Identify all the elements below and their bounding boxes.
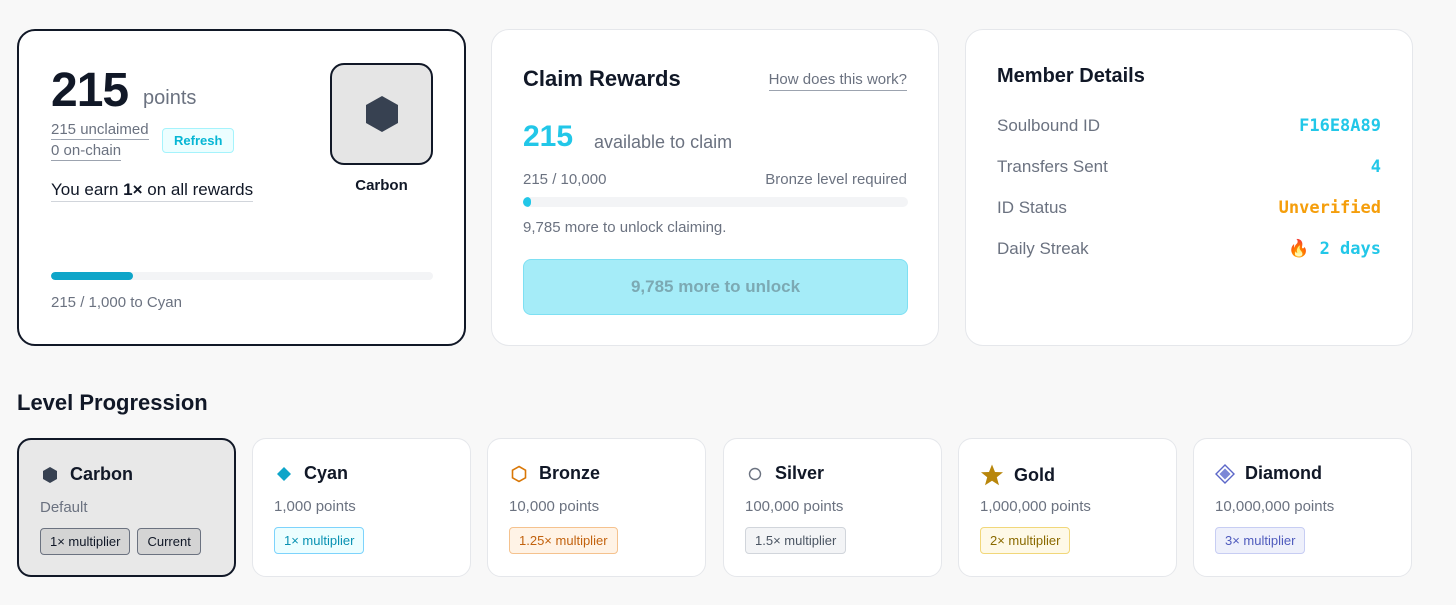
multiplier-badge: 1.5× multiplier xyxy=(745,527,847,554)
refresh-button[interactable]: Refresh xyxy=(162,128,235,153)
soulbound-id-value: F16E8A89 xyxy=(1299,116,1381,136)
how-it-works-link[interactable]: How does this work? xyxy=(768,71,907,91)
multiplier-badge: 1.25× multiplier xyxy=(509,527,618,554)
level-points: 100,000 points xyxy=(745,498,844,515)
claim-ratio: 215 / 10,000 xyxy=(523,171,607,188)
level-name: Gold xyxy=(1014,464,1055,485)
points-card: 215 points 215 unclaimed 0 on-chain Refr… xyxy=(17,29,466,346)
level-badges: 2× multiplier xyxy=(980,527,1071,554)
id-status-label: ID Status xyxy=(997,198,1067,217)
claim-progress-bar xyxy=(523,197,908,207)
level-card-carbon[interactable]: Carbon Default 1× multiplier Current xyxy=(17,438,236,577)
multiplier-badge: 1× multiplier xyxy=(40,528,131,555)
level-name: Cyan xyxy=(304,463,349,483)
level-badges: 3× multiplier xyxy=(1215,527,1306,554)
tier-progress-caption: 215 / 1,000 to Cyan xyxy=(51,294,182,311)
level-header: Carbon xyxy=(40,464,133,485)
multiplier-badge: 2× multiplier xyxy=(980,527,1071,554)
level-points: 1,000 points xyxy=(274,498,356,515)
diamond-gem-icon xyxy=(1215,463,1235,484)
level-points: 1,000,000 points xyxy=(980,498,1091,515)
level-header: Cyan xyxy=(274,463,348,484)
multiplier-badge: 3× multiplier xyxy=(1215,527,1306,554)
level-card-diamond[interactable]: Diamond 10,000,000 points 3× multiplier xyxy=(1193,438,1412,577)
points-label: points xyxy=(143,87,197,109)
level-header: Gold xyxy=(980,463,1055,487)
level-name: Diamond xyxy=(1245,463,1323,483)
claim-progress-fill xyxy=(523,197,532,207)
tier-progress-fill xyxy=(51,272,134,280)
unclaimed-points: 215 unclaimed xyxy=(51,121,149,140)
carbon-hexagon-icon xyxy=(365,96,398,132)
claim-note: 9,785 more to unlock claiming. xyxy=(523,219,727,236)
level-progression-title: Level Progression xyxy=(17,390,208,415)
level-header: Diamond xyxy=(1215,463,1322,484)
soulbound-id-label: Soulbound ID xyxy=(997,116,1101,135)
gold-star-icon xyxy=(980,463,1004,487)
transfers-sent-value: 4 xyxy=(1370,157,1381,177)
claim-requirement: Bronze level required xyxy=(765,171,907,188)
current-tier-badge xyxy=(330,63,433,165)
level-card-bronze[interactable]: Bronze 10,000 points 1.25× multiplier xyxy=(487,438,706,577)
level-points: Default xyxy=(40,499,88,516)
cyan-diamond-icon xyxy=(274,464,294,484)
earn-suffix: on all rewards xyxy=(142,180,254,199)
claim-rewards-card: Claim Rewards How does this work? 215 av… xyxy=(491,29,939,346)
member-details-title: Member Details xyxy=(997,65,1145,87)
level-name: Carbon xyxy=(70,464,133,484)
member-details-card: Member Details Soulbound ID F16E8A89 Tra… xyxy=(965,29,1413,346)
level-card-gold[interactable]: Gold 1,000,000 points 2× multiplier xyxy=(958,438,1177,577)
level-points: 10,000 points xyxy=(509,498,600,515)
earn-prefix: You earn xyxy=(51,180,124,199)
onchain-points: 0 on-chain xyxy=(51,142,122,161)
claim-rewards-title: Claim Rewards xyxy=(523,66,681,91)
current-badge: Current xyxy=(137,528,201,555)
earn-multiplier: 1× xyxy=(123,180,143,199)
level-card-cyan[interactable]: Cyan 1,000 points 1× multiplier xyxy=(252,438,471,577)
level-header: Bronze xyxy=(509,463,600,484)
level-badges: 1.5× multiplier xyxy=(745,527,847,554)
silver-circle-icon xyxy=(745,464,765,484)
points-total: 215 xyxy=(51,64,129,117)
claimable-label: available to claim xyxy=(594,132,733,152)
tier-progress-bar xyxy=(51,272,433,280)
level-name: Silver xyxy=(775,463,825,483)
daily-streak-value: 🔥 2 days xyxy=(1288,239,1381,259)
transfers-sent-label: Transfers Sent xyxy=(997,157,1108,176)
level-points: 10,000,000 points xyxy=(1215,498,1335,515)
claimable-amount: 215 xyxy=(523,120,574,153)
current-tier-name: Carbon xyxy=(355,177,408,194)
daily-streak-label: Daily Streak xyxy=(997,239,1089,258)
bronze-hexagon-icon xyxy=(509,464,529,484)
unlock-claim-button[interactable]: 9,785 more to unlock xyxy=(523,259,908,315)
carbon-hexagon-icon xyxy=(40,465,60,485)
level-header: Silver xyxy=(745,463,824,484)
level-badges: 1× multiplier Current xyxy=(40,528,201,555)
level-name: Bronze xyxy=(539,463,601,483)
earn-multiplier-text: You earn 1× on all rewards xyxy=(51,180,254,202)
level-badges: 1.25× multiplier xyxy=(509,527,618,554)
id-status-value: Unverified xyxy=(1278,198,1381,218)
level-badges: 1× multiplier xyxy=(274,527,365,554)
level-card-silver[interactable]: Silver 100,000 points 1.5× multiplier xyxy=(723,438,942,577)
multiplier-badge: 1× multiplier xyxy=(274,527,365,554)
